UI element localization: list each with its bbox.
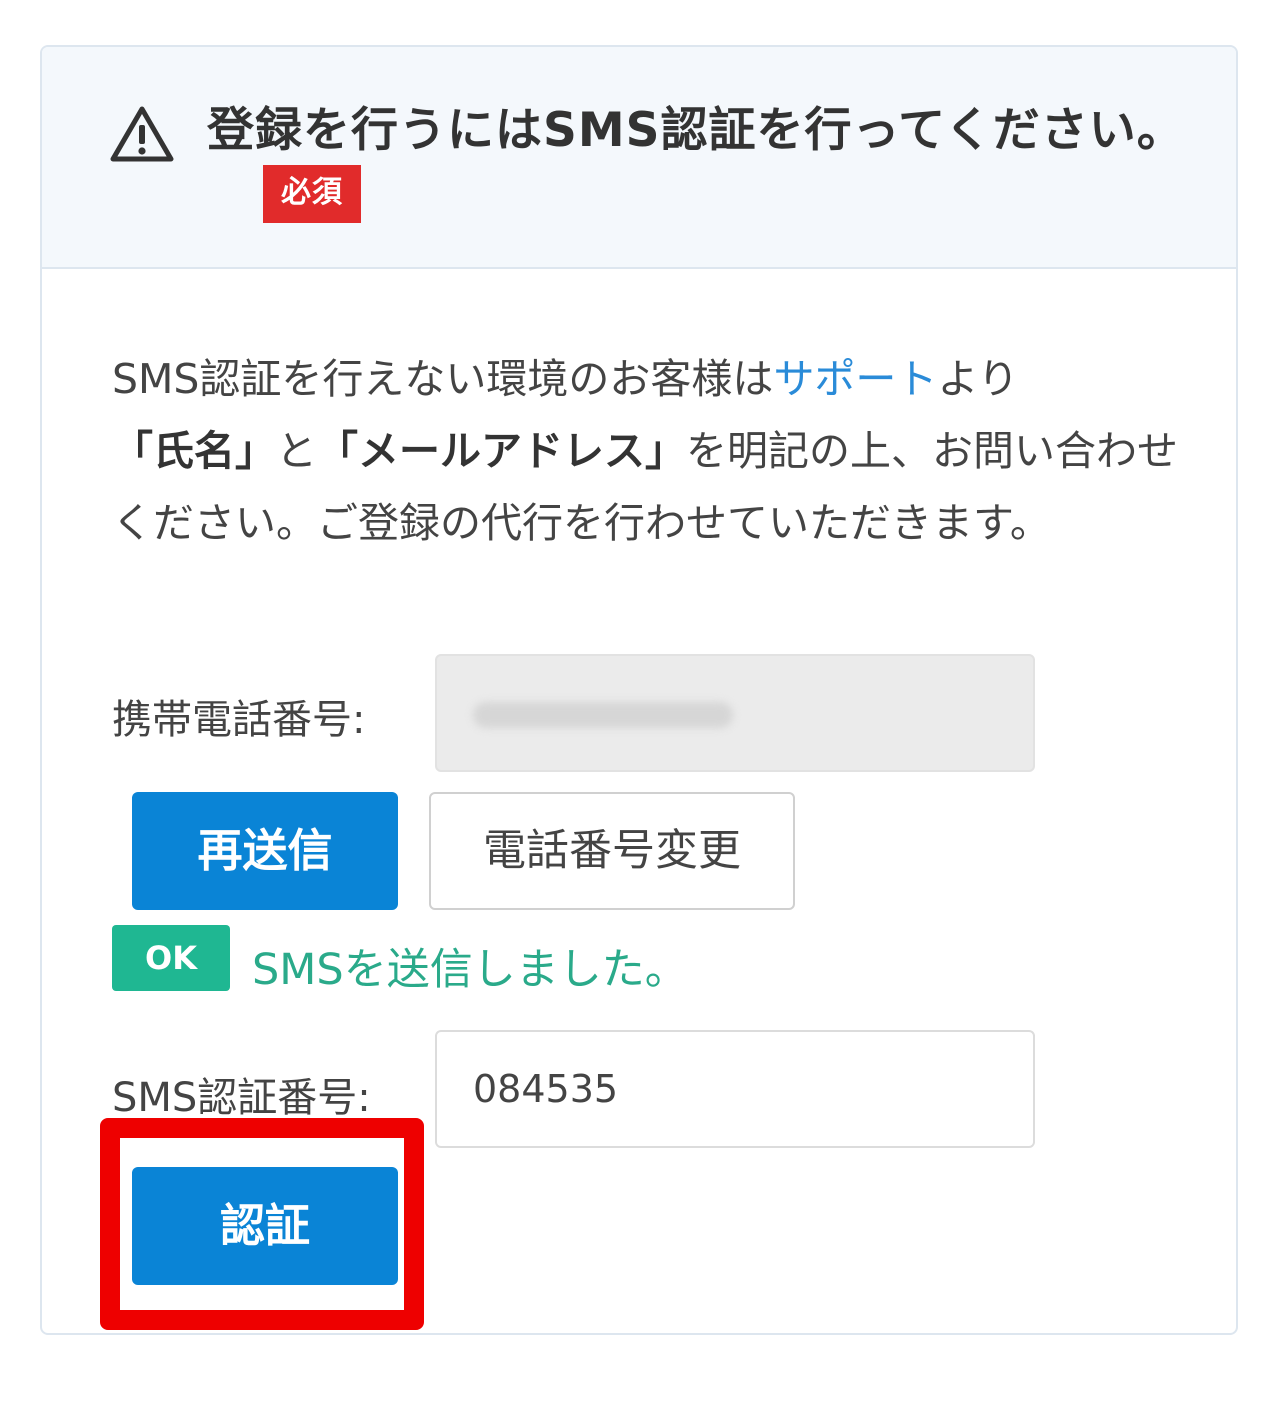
verify-button[interactable]: 認証 bbox=[132, 1167, 398, 1285]
header-title-text: 登録を行うにはSMS認証を行ってください。 bbox=[207, 103, 1185, 158]
support-link[interactable]: サポート bbox=[773, 355, 937, 403]
resend-button[interactable]: 再送信 bbox=[132, 792, 398, 910]
sms-code-input[interactable] bbox=[435, 1030, 1035, 1148]
sms-sent-message: SMSを送信しました。 bbox=[252, 945, 688, 995]
description-part2: より bbox=[937, 355, 1019, 403]
phone-number-redacted bbox=[473, 702, 733, 728]
header-title: 登録を行うにはSMS認証を行ってください。必須 bbox=[207, 99, 1187, 227]
ok-status-badge: OK bbox=[112, 925, 230, 991]
description-name-label: 「氏名」 bbox=[112, 427, 276, 475]
card-header: 登録を行うにはSMS認証を行ってください。必須 bbox=[42, 47, 1236, 269]
required-badge: 必須 bbox=[263, 164, 361, 223]
description-email-label: 「メールアドレス」 bbox=[317, 427, 686, 475]
sms-code-label: SMS認証番号: bbox=[112, 1075, 371, 1121]
description-part1: SMS認証を行えない環境のお客様は bbox=[112, 355, 774, 403]
description-part3: と bbox=[276, 427, 317, 475]
phone-number-field bbox=[435, 654, 1035, 772]
change-phone-button[interactable]: 電話番号変更 bbox=[429, 792, 795, 910]
phone-number-label: 携帯電話番号: bbox=[112, 697, 366, 743]
sms-verification-card: 登録を行うにはSMS認証を行ってください。必須 SMS認証を行えない環境のお客様… bbox=[40, 45, 1238, 1335]
warning-triangle-icon bbox=[110, 106, 174, 162]
description-text: SMS認証を行えない環境のお客様はサポートより「氏名」と「メールアドレス」を明記… bbox=[112, 343, 1182, 559]
